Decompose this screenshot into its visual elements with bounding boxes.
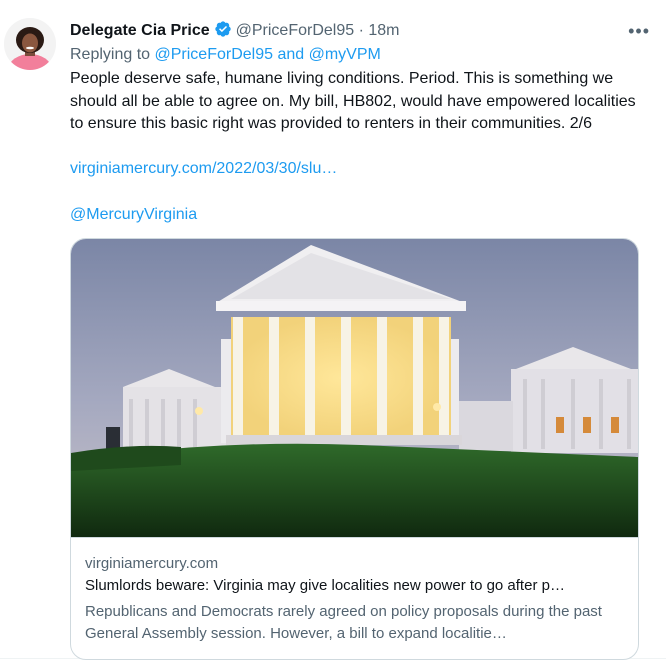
separator-dot: ·	[358, 22, 364, 39]
verified-badge-icon	[214, 20, 232, 45]
article-link[interactable]: virginiamercury.com/2022/03/30/slu…	[70, 158, 337, 180]
replying-to-label: Replying to	[70, 46, 151, 63]
avatar-image	[4, 18, 56, 70]
replying-to: Replying to @PriceForDel95 and @myVPM	[70, 44, 381, 66]
link-preview-card[interactable]: virginiamercury.com Slumlords beware: Vi…	[70, 238, 639, 660]
tweet[interactable]: Delegate Cia Price @PriceForDel95 · 18m •…	[0, 0, 666, 660]
author-name[interactable]: Delegate Cia Price	[70, 22, 210, 39]
mention-link[interactable]: @MercuryVirginia	[70, 204, 197, 226]
tweet-text: People deserve safe, humane living condi…	[70, 70, 636, 132]
tweet-header: Delegate Cia Price @PriceForDel95 · 18m •…	[70, 20, 650, 42]
tweet-timestamp[interactable]: 18m	[368, 22, 399, 39]
card-domain: virginiamercury.com	[85, 555, 219, 572]
replying-to-targets[interactable]: @PriceForDel95 and @myVPM	[155, 46, 381, 63]
avatar[interactable]	[4, 18, 56, 70]
more-options-icon[interactable]: •••	[628, 20, 650, 42]
author-handle[interactable]: @PriceForDel95	[236, 22, 355, 39]
card-description: Republicans and Democrats rarely agreed …	[85, 603, 602, 642]
capitol-building-image	[71, 239, 638, 538]
card-title: Slumlords beware: Virginia may give loca…	[85, 577, 565, 594]
